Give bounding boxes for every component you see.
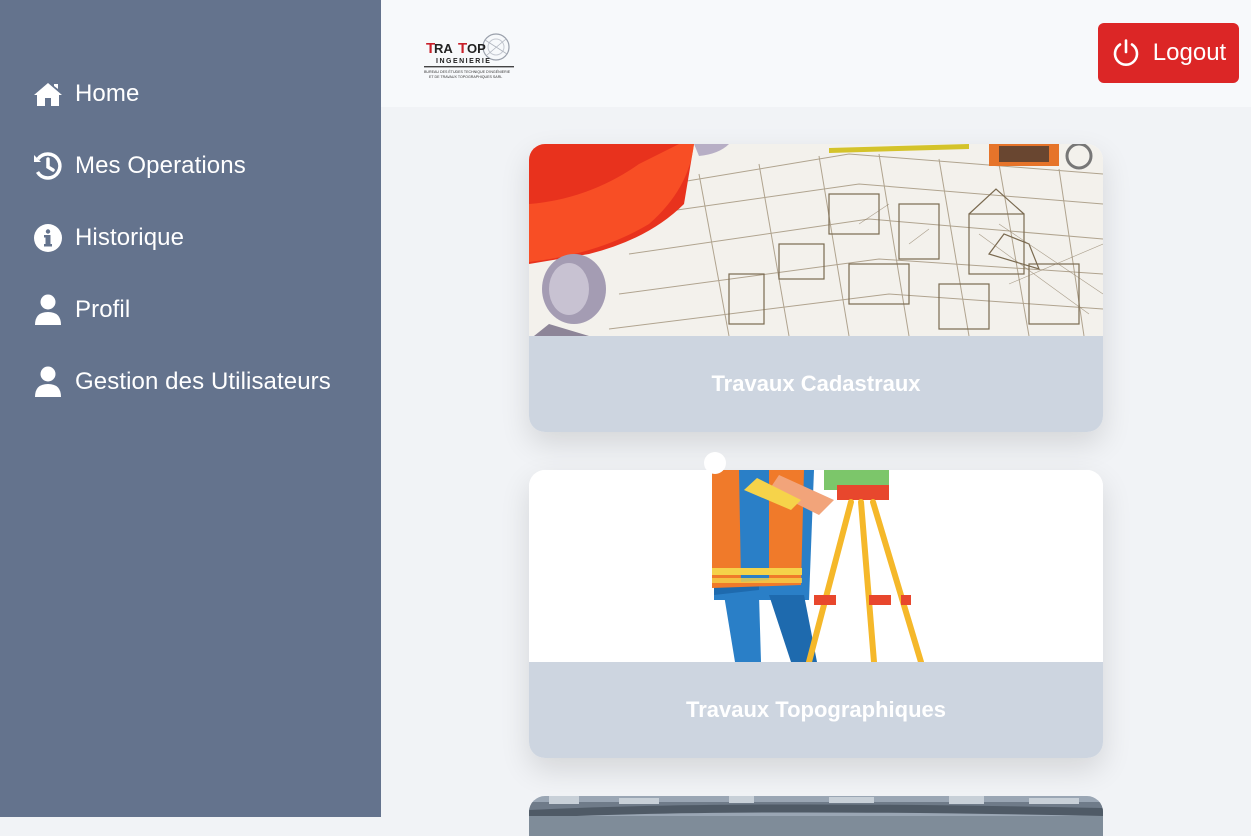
card-title: Travaux Cadastraux <box>529 336 1103 432</box>
sidebar-item-gestion-utilisateurs[interactable]: Gestion des Utilisateurs <box>0 346 381 418</box>
sidebar-item-label: Home <box>75 80 140 107</box>
user-icon <box>32 366 64 398</box>
svg-text:RA: RA <box>434 41 453 56</box>
sidebar-item-label: Profil <box>75 296 131 323</box>
svg-text:OP: OP <box>467 41 486 56</box>
surveyor-illustration <box>529 470 1103 662</box>
svg-text:T: T <box>458 40 467 57</box>
sidebar-item-profil[interactable]: Profil <box>0 274 381 346</box>
city-highway-image <box>529 796 1103 836</box>
sidebar-item-mes-operations[interactable]: Mes Operations <box>0 130 381 202</box>
history-icon <box>32 150 64 182</box>
top-bar: T RA T OP INGENIERIE BUREAU DES ÉTUDES T… <box>381 0 1251 107</box>
sidebar: Home Mes Operations Historique Profil Ge… <box>0 0 381 817</box>
plumb-bob-dot <box>704 452 726 474</box>
card-title: Travaux Topographiques <box>529 662 1103 758</box>
home-icon <box>32 78 64 110</box>
card-travaux-cadastraux[interactable]: Travaux Cadastraux <box>529 144 1103 432</box>
cadastral-plan-image <box>529 144 1103 336</box>
logout-label: Logout <box>1152 39 1227 66</box>
sidebar-item-label: Gestion des Utilisateurs <box>75 368 331 395</box>
sidebar-nav: Home Mes Operations Historique Profil Ge… <box>0 58 381 418</box>
sidebar-item-label: Mes Operations <box>75 152 246 179</box>
card-travaux-topographiques[interactable]: Travaux Topographiques <box>529 470 1103 758</box>
svg-text:INGENIERIE: INGENIERIE <box>436 58 491 65</box>
logout-button[interactable]: Logout <box>1098 23 1239 83</box>
power-icon <box>1111 38 1141 68</box>
sidebar-item-home[interactable]: Home <box>0 58 381 130</box>
company-logo[interactable]: T RA T OP INGENIERIE BUREAU DES ÉTUDES T… <box>421 26 521 86</box>
sidebar-item-label: Historique <box>75 224 185 251</box>
sidebar-item-historique[interactable]: Historique <box>0 202 381 274</box>
user-icon <box>32 294 64 326</box>
card-partial[interactable] <box>529 796 1103 836</box>
info-icon <box>32 222 64 254</box>
svg-text:BUREAU DES ÉTUDES TECHNIQUE D': BUREAU DES ÉTUDES TECHNIQUE D'INGÉNIERIE <box>424 69 511 74</box>
svg-text:ET DE TRAVAUX TOPOGRAPHIQUES S: ET DE TRAVAUX TOPOGRAPHIQUES SARL <box>429 75 502 79</box>
